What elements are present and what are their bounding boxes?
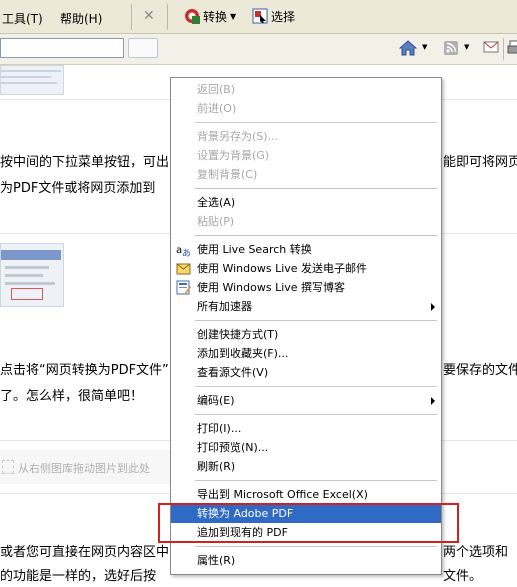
menu-item-live-blog[interactable]: 使用 Windows Live 撰写博客 [171, 278, 441, 297]
select-button[interactable]: 选择 [252, 6, 295, 26]
svg-text:あ: あ [182, 248, 191, 257]
menu-item-print[interactable]: 打印(I)... [171, 419, 441, 438]
menu-separator [195, 320, 437, 321]
content-text: 两个选项和 [443, 545, 509, 560]
menu-tools[interactable]: 工具(T) [2, 10, 43, 27]
menubar-separator [131, 4, 132, 30]
drop-hint: 从右侧图库拖动图片到此处 [18, 462, 150, 475]
home-icon[interactable] [399, 40, 417, 56]
content-text: 能即可将网页 [443, 155, 517, 170]
adobe-convert-icon [185, 9, 200, 24]
image-placeholder-icon [2, 460, 14, 474]
address-tab[interactable] [0, 38, 124, 58]
menu-item-view-source[interactable]: 查看源文件(V) [171, 363, 441, 382]
image-drop-zone[interactable]: 从右侧图库拖动图片到此处 [0, 450, 170, 484]
ie-menubar: 工具(T) 帮助(H) ✕ 转换 ▼ 选择 [0, 0, 517, 34]
menu-item-forward[interactable]: 前进(O) [171, 99, 441, 118]
menu-item-append-pdf[interactable]: 追加到现有的 PDF [171, 523, 441, 542]
menu-item-copy-background[interactable]: 复制背景(C) [171, 165, 441, 184]
content-text: 了。怎么样，很简单吧！ [0, 389, 144, 404]
menu-item-label: 使用 Windows Live 撰写博客 [197, 281, 346, 294]
menu-item-encoding[interactable]: 编码(E) [171, 391, 441, 410]
menubar-separator [167, 4, 168, 30]
chevron-down-icon[interactable]: ▼ [230, 12, 236, 21]
translate-icon: a あ [176, 245, 191, 257]
menu-item-create-shortcut[interactable]: 创建快捷方式(T) [171, 325, 441, 344]
chevron-down-icon[interactable]: ▼ [422, 43, 427, 51]
submenu-arrow-icon [431, 397, 435, 405]
menu-item-paste[interactable]: 粘贴(P) [171, 212, 441, 231]
menu-item-live-search[interactable]: a あ 使用 Live Search 转换 [171, 240, 441, 259]
content-text: 按中间的下拉菜单按钮，可出 [0, 155, 170, 170]
convert-button[interactable]: 转换 ▼ [184, 6, 236, 26]
menu-separator [195, 235, 437, 236]
menu-separator [195, 386, 437, 387]
menu-separator [195, 122, 437, 123]
rss-feed-icon[interactable] [443, 40, 459, 56]
content-text: 文件。 [443, 569, 483, 584]
chevron-down-icon[interactable]: ▼ [464, 43, 469, 51]
screenshot-thumbnail [0, 243, 64, 307]
menu-item-add-favorites[interactable]: 添加到收藏夹(F)... [171, 344, 441, 363]
close-icon[interactable]: ✕ [143, 8, 155, 24]
content-text: 要保存的文件 [443, 363, 517, 378]
menu-item-label: 所有加速器 [197, 300, 252, 313]
menu-item-print-preview[interactable]: 打印预览(N)... [171, 438, 441, 457]
content-text: 为PDF文件或将网页添加到 [0, 181, 156, 196]
menu-separator [195, 546, 437, 547]
menu-item-back[interactable]: 返回(B) [171, 80, 441, 99]
menu-item-convert-pdf[interactable]: 转换为 Adobe PDF [171, 504, 441, 523]
menu-separator [195, 480, 437, 481]
mail-icon [176, 263, 191, 275]
blog-icon [176, 280, 191, 295]
menu-item-set-background[interactable]: 设置为背景(G) [171, 146, 441, 165]
context-menu: 返回(B) 前进(O) 背景另存为(S)... 设置为背景(G) 复制背景(C)… [170, 77, 442, 575]
toolbar-separator [503, 38, 504, 60]
menu-item-export-excel[interactable]: 导出到 Microsoft Office Excel(X) [171, 485, 441, 504]
menu-item-all-accelerators[interactable]: 所有加速器 [171, 297, 441, 316]
content-text: 点击将“网页转换为PDF文件” [0, 363, 169, 378]
select-label: 选择 [271, 9, 296, 24]
content-text: 的功能是一样的，选好后按 [0, 569, 157, 584]
menu-item-label: 编码(E) [197, 394, 235, 407]
menu-separator [195, 188, 437, 189]
menu-item-label: 使用 Live Search 转换 [197, 243, 312, 256]
convert-label: 转换 [203, 9, 228, 24]
menu-item-select-all[interactable]: 全选(A) [171, 193, 441, 212]
tab-row: ▼ ▼ [0, 34, 517, 65]
content-text: 或者您可直接在网页内容区中 [0, 545, 170, 560]
print-icon[interactable] [507, 40, 517, 56]
menu-help[interactable]: 帮助(H) [60, 10, 102, 27]
menu-item-properties[interactable]: 属性(R) [171, 551, 441, 570]
select-icon [252, 8, 268, 24]
menu-item-save-background[interactable]: 背景另存为(S)... [171, 127, 441, 146]
menu-item-label: 使用 Windows Live 发送电子邮件 [197, 262, 368, 275]
menu-item-live-mail[interactable]: 使用 Windows Live 发送电子邮件 [171, 259, 441, 278]
menu-item-refresh[interactable]: 刷新(R) [171, 457, 441, 476]
screenshot-thumbnail [0, 65, 64, 95]
new-tab-button[interactable] [128, 38, 158, 58]
menu-separator [195, 414, 437, 415]
submenu-arrow-icon [431, 303, 435, 311]
mail-icon[interactable] [483, 40, 499, 54]
